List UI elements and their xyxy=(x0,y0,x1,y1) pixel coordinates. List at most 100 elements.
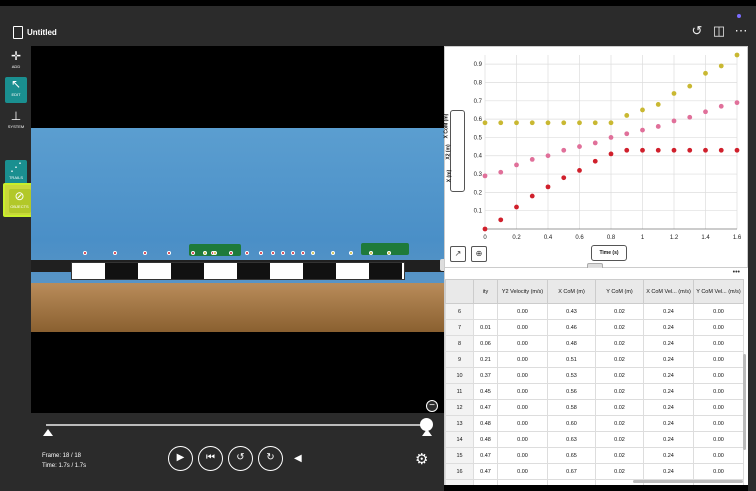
step-back-button[interactable]: ⏮ xyxy=(198,446,223,471)
x-tick-label: 0.2 xyxy=(512,235,521,241)
trail-marker xyxy=(301,251,305,255)
volume-icon[interactable]: ◀ xyxy=(294,453,302,464)
col-index xyxy=(445,279,474,304)
col-header[interactable]: Y CoM Vel... (m/s) xyxy=(693,279,744,304)
table-more-icon[interactable]: ••• xyxy=(733,269,740,276)
data-table: ity Y2 Velocity (m/s) X CoM (m) Y CoM (m… xyxy=(445,279,744,485)
y-legend-x: X (m) xyxy=(446,169,453,183)
y-tick-label: 0.1 xyxy=(474,209,483,215)
table-cell: 0.24 xyxy=(643,447,694,464)
table-cell: 0.21 xyxy=(473,351,498,368)
data-point xyxy=(577,167,582,173)
row-index: 8 xyxy=(445,335,474,352)
horizontal-scrollbar[interactable] xyxy=(633,480,743,483)
col-header[interactable]: Y2 Velocity (m/s) xyxy=(497,279,548,304)
forward-button[interactable]: ↻ xyxy=(258,446,283,471)
more-icon[interactable]: ⋯ xyxy=(734,24,748,38)
table-cell: 0.56 xyxy=(547,383,596,400)
data-point xyxy=(482,226,488,232)
x-axis-legend[interactable]: Time (s) xyxy=(591,245,627,261)
tool-system[interactable]: ⊥ SYSTEM xyxy=(5,109,27,135)
col-header[interactable]: X CoM (m) xyxy=(547,279,596,304)
y-axis-legend[interactable]: X (m) X2 (m) X CoM (m) xyxy=(443,110,465,192)
trail-marker xyxy=(167,251,171,255)
table-cell: 0.48 xyxy=(473,431,498,448)
data-point xyxy=(640,127,645,133)
table-cell: 0.00 xyxy=(693,415,744,432)
table-cell: 0.53 xyxy=(547,367,596,384)
col-header[interactable]: X CoM Vel... (m/s) xyxy=(643,279,694,304)
layout-icon[interactable]: ◫ xyxy=(712,24,726,38)
y-tick-label: 0.3 xyxy=(474,172,483,178)
table-row[interactable]: 11 0.45 0.00 0.56 0.02 0.24 0.00 xyxy=(445,383,744,400)
y-tick-label: 0.8 xyxy=(474,80,483,86)
table-row[interactable]: 6 0.00 0.43 0.02 0.24 0.00 xyxy=(445,303,744,320)
table-row[interactable]: 14 0.48 0.00 0.63 0.02 0.24 0.00 xyxy=(445,431,744,448)
data-point xyxy=(545,153,551,159)
table-row[interactable]: 10 0.37 0.00 0.53 0.02 0.24 0.00 xyxy=(445,367,744,384)
document-icon xyxy=(13,26,23,39)
rewind-button[interactable]: ↺ xyxy=(228,446,253,471)
table-cell: 0.02 xyxy=(595,367,644,384)
table-row[interactable]: 16 0.47 0.00 0.67 0.02 0.24 0.00 xyxy=(445,463,744,480)
trim-start-handle[interactable] xyxy=(43,429,53,436)
undo-icon[interactable]: ↺ xyxy=(690,24,704,38)
y-tick-label: 0.6 xyxy=(474,117,483,123)
settings-icon[interactable]: ⚙ xyxy=(415,450,428,468)
row-index: 12 xyxy=(445,399,474,416)
table-cell: 0.02 xyxy=(595,431,644,448)
table-row[interactable]: 8 0.06 0.00 0.48 0.02 0.24 0.00 xyxy=(445,335,744,352)
data-point xyxy=(529,120,535,126)
data-point xyxy=(734,100,740,106)
table-cell: 0.02 xyxy=(595,303,644,320)
vertical-scrollbar[interactable] xyxy=(743,354,746,450)
table-row[interactable]: 13 0.48 0.00 0.60 0.02 0.24 0.00 xyxy=(445,415,744,432)
data-point xyxy=(529,157,535,162)
table-cell: 0.00 xyxy=(693,319,744,336)
trail-marker xyxy=(291,251,295,255)
table-cell: 0.00 xyxy=(497,431,548,448)
table-row[interactable]: 12 0.47 0.00 0.58 0.02 0.24 0.00 xyxy=(445,399,744,416)
y-tick-label: 0.2 xyxy=(474,190,483,196)
zoom-button[interactable]: ⊕ xyxy=(471,246,487,262)
table-cell: 0.24 xyxy=(643,335,694,352)
data-point xyxy=(655,102,661,107)
table-row[interactable]: 15 0.47 0.00 0.65 0.02 0.24 0.00 xyxy=(445,447,744,464)
table-cell: 0.00 xyxy=(497,351,548,368)
data-point xyxy=(482,120,488,126)
tool-add[interactable]: ✛ ADD xyxy=(5,49,27,75)
table-cell: 0.60 xyxy=(547,415,596,432)
data-point xyxy=(529,193,535,199)
data-point xyxy=(577,144,582,149)
scatter-chart[interactable]: 0 0.2 0.4 0.6 0.8 1 1.2 1.4 1.6 0.1 0.2 0.3 0.4 0.5 0.… xyxy=(445,47,749,269)
play-button[interactable]: ▶ xyxy=(168,446,193,471)
app-header: Untitled ↺ ◫ ⋯ xyxy=(0,0,756,46)
table-row[interactable]: 7 0.01 0.00 0.46 0.02 0.24 0.00 xyxy=(445,319,744,336)
col-header[interactable]: Y CoM (m) xyxy=(595,279,644,304)
data-point xyxy=(703,147,708,153)
y-tick-label: 0.4 xyxy=(474,154,483,160)
tool-edit[interactable]: ↖ EDIT xyxy=(5,77,27,103)
data-point xyxy=(514,204,519,210)
table-cell: 0.70 xyxy=(547,479,596,485)
document-title[interactable]: Untitled xyxy=(27,28,57,37)
trail-marker xyxy=(213,251,217,255)
trail-marker xyxy=(369,251,373,255)
trim-end-handle[interactable] xyxy=(422,429,432,436)
data-point xyxy=(624,113,630,118)
table-cell: 0.00 xyxy=(497,383,548,400)
table-cell: 0.43 xyxy=(547,303,596,320)
table-cell: 0.02 xyxy=(595,351,644,368)
data-point xyxy=(482,173,488,179)
autoscale-button[interactable]: ↗ xyxy=(450,246,466,262)
tool-sidebar: ✛ ADD ↖ EDIT ⊥ SYSTEM ⋰ TRAILS ⊘ OBJECTS xyxy=(0,46,36,491)
zoom-out-button[interactable]: − xyxy=(426,400,438,412)
video-viewer[interactable] xyxy=(31,46,444,413)
col-header[interactable]: ity xyxy=(473,279,498,304)
wooden-floor xyxy=(31,283,444,332)
table-row[interactable]: 9 0.21 0.00 0.51 0.02 0.24 0.00 xyxy=(445,351,744,368)
data-point xyxy=(703,109,708,115)
table-cell: 0.01 xyxy=(473,319,498,336)
data-point xyxy=(687,147,693,153)
data-point xyxy=(498,217,504,223)
